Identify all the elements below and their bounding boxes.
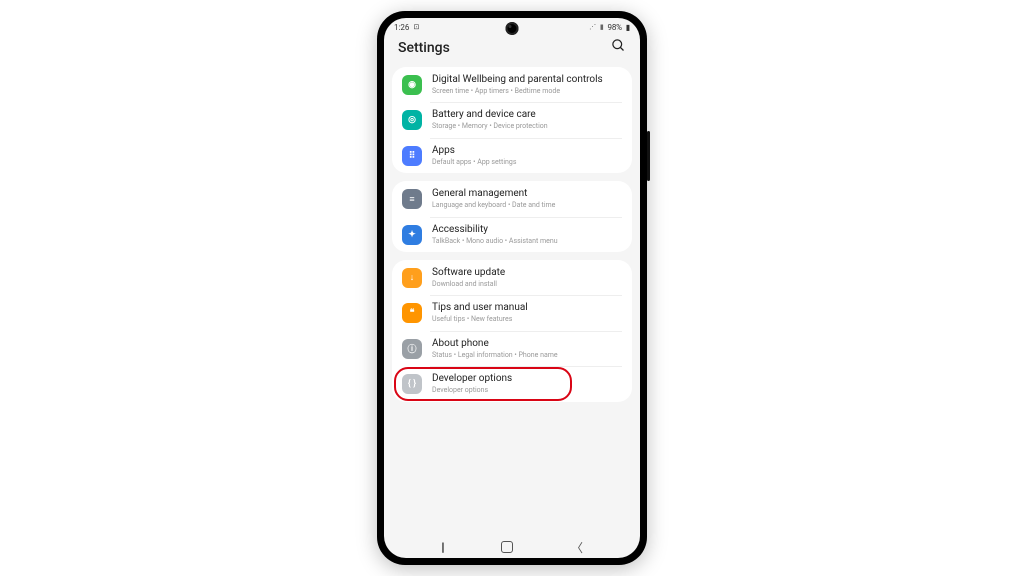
settings-item[interactable]: ✦ AccessibilityTalkBack • Mono audio • As… — [392, 217, 632, 252]
settings-item-subtitle: Developer options — [432, 386, 622, 394]
settings-item[interactable]: ◉ Digital Wellbeing and parental controls… — [392, 67, 632, 102]
settings-item-title: About phone — [432, 338, 622, 350]
search-button[interactable] — [611, 38, 626, 57]
nav-recents-button[interactable]: ||| — [441, 540, 443, 554]
header: Settings — [384, 36, 640, 67]
settings-item-text: Tips and user manualUseful tips • New fe… — [432, 302, 622, 323]
settings-item-text: Digital Wellbeing and parental controlsS… — [432, 74, 622, 95]
settings-item-text: Battery and device careStorage • Memory … — [432, 109, 622, 130]
settings-item-subtitle: Download and install — [432, 280, 622, 288]
camera-punch-hole — [506, 22, 519, 35]
settings-item-title: Software update — [432, 267, 622, 279]
settings-item-title: Battery and device care — [432, 109, 622, 121]
settings-item-subtitle: Language and keyboard • Date and time — [432, 201, 622, 209]
settings-item[interactable]: ❝ Tips and user manualUseful tips • New f… — [392, 295, 632, 330]
settings-item-subtitle: Screen time • App timers • Bedtime mode — [432, 87, 622, 95]
settings-item-text: General managementLanguage and keyboard … — [432, 188, 622, 209]
settings-item[interactable]: { } Developer optionsDeveloper options — [392, 366, 632, 401]
developer-options-icon: { } — [402, 374, 422, 394]
settings-item-title: General management — [432, 188, 622, 200]
general-management-icon: ≡ — [402, 189, 422, 209]
settings-item-text: AccessibilityTalkBack • Mono audio • Ass… — [432, 224, 622, 245]
settings-item[interactable]: ≡ General managementLanguage and keyboard… — [392, 181, 632, 216]
status-battery-text: 98% — [608, 23, 622, 32]
screen: 1:26 ⊡ ⋰ ▮ 98% ▮ Settings ◉Digita — [384, 18, 640, 558]
settings-item[interactable]: ↓ Software updateDownload and install — [392, 260, 632, 295]
settings-item-title: Accessibility — [432, 224, 622, 236]
settings-item-subtitle: TalkBack • Mono audio • Assistant menu — [432, 237, 622, 245]
nav-home-button[interactable] — [501, 541, 513, 553]
settings-item-text: Developer optionsDeveloper options — [432, 373, 622, 394]
page-title: Settings — [398, 40, 450, 56]
settings-item[interactable]: ⠿ AppsDefault apps • App settings — [392, 138, 632, 173]
settings-list[interactable]: ◉ Digital Wellbeing and parental controls… — [384, 67, 640, 536]
status-indicator-icon: ⊡ — [413, 23, 419, 31]
wellbeing-icon: ◉ — [402, 75, 422, 95]
settings-item-subtitle: Storage • Memory • Device protection — [432, 122, 622, 130]
device-care-icon: ◎ — [402, 110, 422, 130]
side-button — [647, 131, 650, 181]
wifi-icon: ⋰ — [589, 23, 596, 31]
stage: 1:26 ⊡ ⋰ ▮ 98% ▮ Settings ◉Digita — [0, 0, 1024, 576]
software-update-icon: ↓ — [402, 268, 422, 288]
settings-item-subtitle: Status • Legal information • Phone name — [432, 351, 622, 359]
nav-back-button[interactable]: 〈 — [571, 539, 583, 556]
settings-item-title: Apps — [432, 145, 622, 157]
tips-icon: ❝ — [402, 303, 422, 323]
settings-item-text: About phoneStatus • Legal information • … — [432, 338, 622, 359]
apps-icon: ⠿ — [402, 146, 422, 166]
signal-icon: ▮ — [600, 23, 604, 31]
search-icon — [611, 38, 626, 53]
settings-item-title: Digital Wellbeing and parental controls — [432, 74, 622, 86]
settings-item-text: AppsDefault apps • App settings — [432, 145, 622, 166]
about-phone-icon: ⓘ — [402, 339, 422, 359]
settings-item[interactable]: ◎ Battery and device careStorage • Memory… — [392, 102, 632, 137]
navigation-bar: ||| 〈 — [384, 536, 640, 558]
settings-group: ≡ General managementLanguage and keyboard… — [392, 181, 632, 252]
settings-group: ↓ Software updateDownload and install ❝ Tip… — [392, 260, 632, 402]
settings-item[interactable]: ⓘ About phoneStatus • Legal information •… — [392, 331, 632, 366]
accessibility-icon: ✦ — [402, 225, 422, 245]
settings-group: ◉ Digital Wellbeing and parental controls… — [392, 67, 632, 173]
settings-item-text: Software updateDownload and install — [432, 267, 622, 288]
status-time: 1:26 — [394, 23, 409, 32]
settings-item-subtitle: Default apps • App settings — [432, 158, 622, 166]
settings-item-title: Tips and user manual — [432, 302, 622, 314]
battery-icon: ▮ — [626, 23, 630, 32]
settings-item-title: Developer options — [432, 373, 622, 385]
settings-item-subtitle: Useful tips • New features — [432, 315, 622, 323]
phone-frame: 1:26 ⊡ ⋰ ▮ 98% ▮ Settings ◉Digita — [377, 11, 647, 565]
